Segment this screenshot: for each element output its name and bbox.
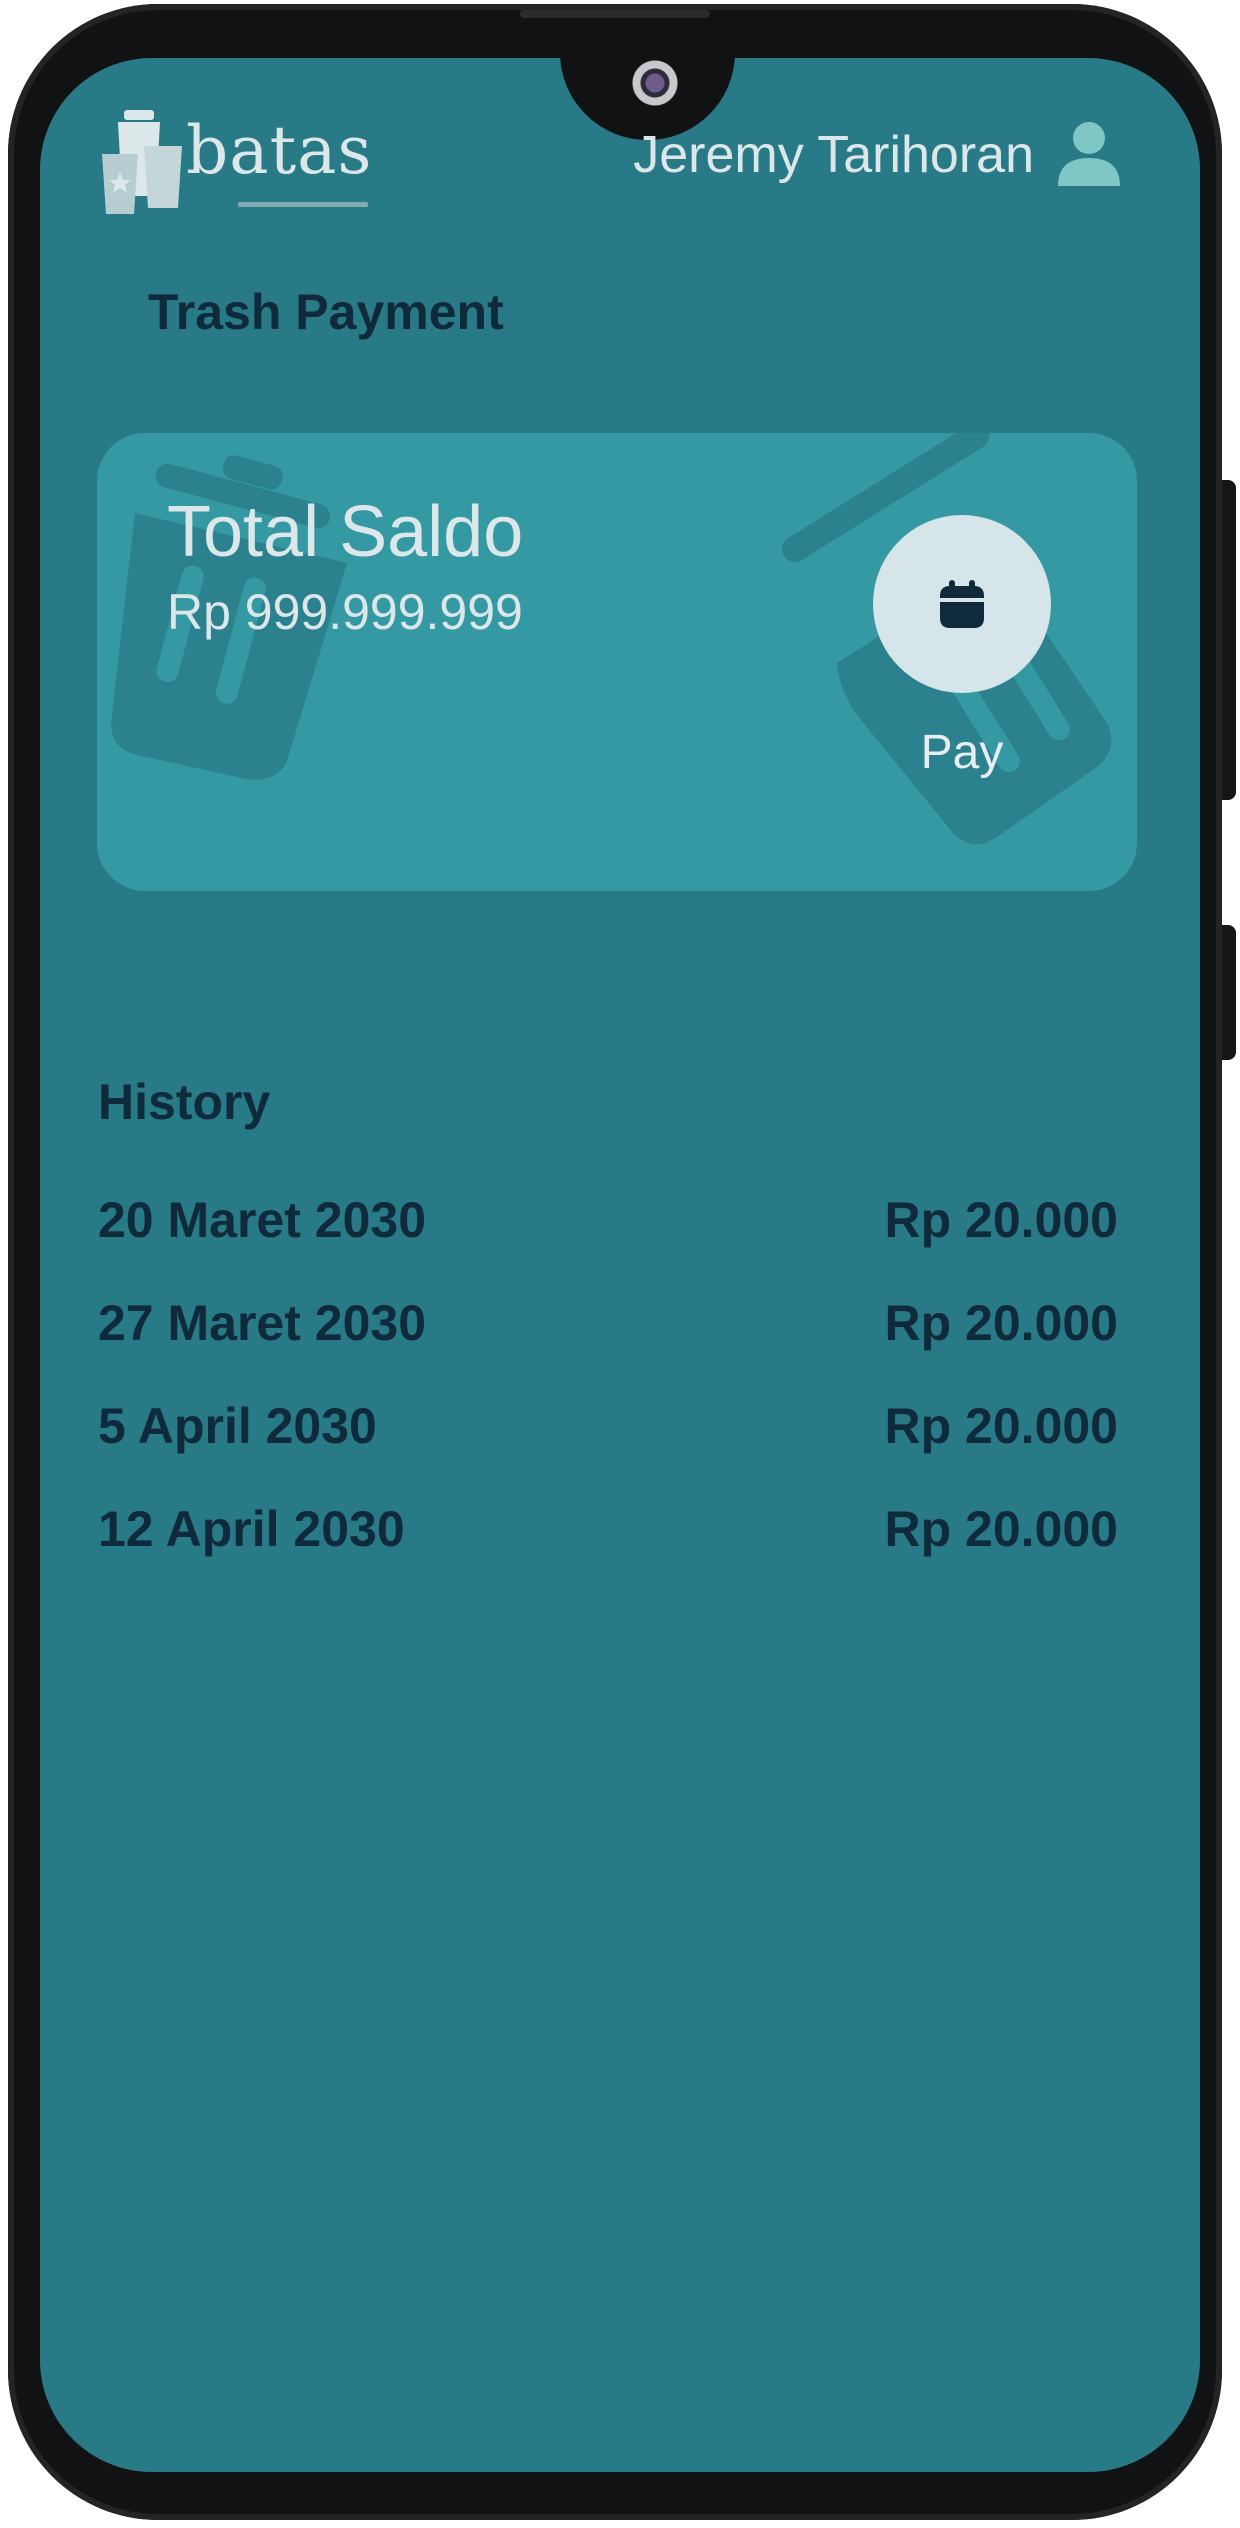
volume-button [1222, 925, 1236, 1060]
user-icon [1058, 122, 1120, 186]
pay-button[interactable] [873, 515, 1051, 693]
balance-title: Total Saldo [167, 492, 524, 572]
history-date: 20 Maret 2030 [98, 1192, 427, 1248]
trash-bin-logo-icon [102, 110, 182, 214]
app-screen: batas Jeremy Tarihoran Trash Payment Tot… [40, 58, 1200, 2472]
speaker-grill [520, 10, 710, 18]
history-amount: Rp 20.000 [884, 1295, 1118, 1351]
history-amount: Rp 20.000 [884, 1501, 1118, 1557]
balance-amount: Rp 999.999.999 [167, 584, 523, 640]
payment-section-title: Trash Payment [148, 284, 504, 340]
logo-wordmark: batas [186, 112, 373, 189]
history-amount: Rp 20.000 [884, 1192, 1118, 1248]
pay-label[interactable]: Pay [873, 725, 1051, 780]
balance-card: Total Saldo Rp 999.999.999 Pay [97, 433, 1137, 891]
history-row[interactable]: 27 Maret 2030 Rp 20.000 [98, 1294, 1118, 1352]
app-logo[interactable]: batas [98, 106, 398, 226]
history-date: 5 April 2030 [98, 1398, 377, 1454]
history-section-title: History [98, 1074, 271, 1130]
user-profile[interactable]: Jeremy Tarihoran [633, 120, 1122, 190]
history-date: 27 Maret 2030 [98, 1295, 427, 1351]
user-name: Jeremy Tarihoran [633, 126, 1034, 184]
history-row[interactable]: 5 April 2030 Rp 20.000 [98, 1397, 1118, 1455]
front-camera [632, 60, 678, 106]
history-row[interactable]: 12 April 2030 Rp 20.000 [98, 1500, 1118, 1558]
calendar-icon [940, 580, 984, 628]
history-row[interactable]: 20 Maret 2030 Rp 20.000 [98, 1191, 1118, 1249]
history-date: 12 April 2030 [98, 1501, 405, 1557]
history-amount: Rp 20.000 [884, 1398, 1118, 1454]
logo-tagline [238, 202, 368, 207]
power-button [1222, 480, 1236, 800]
